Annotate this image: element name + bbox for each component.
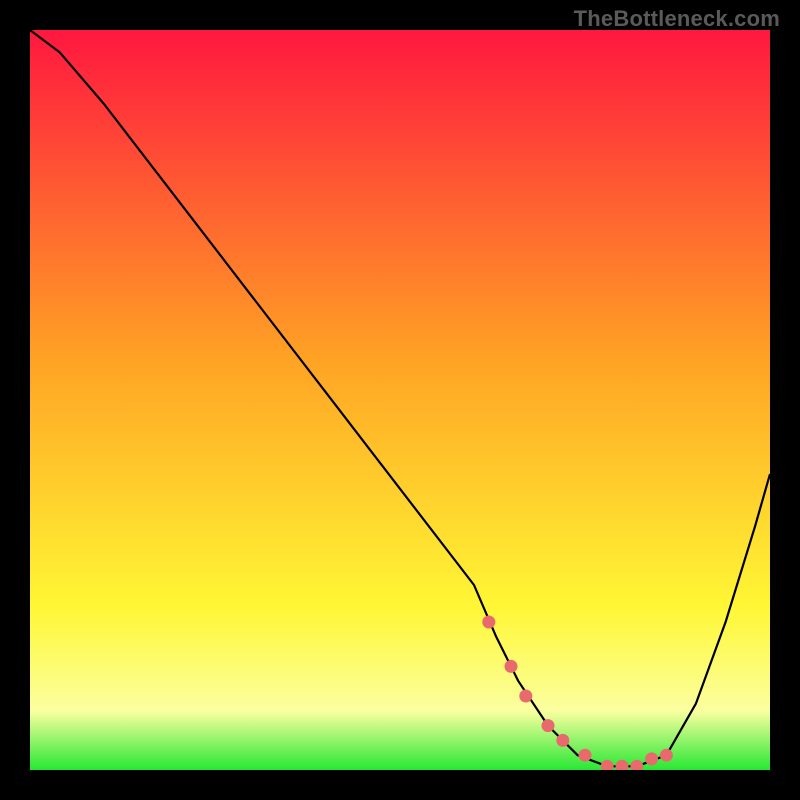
gradient-background: [30, 30, 770, 770]
highlight-marker: [542, 719, 555, 732]
highlight-marker: [660, 749, 673, 762]
highlight-marker: [579, 749, 592, 762]
watermark-text: TheBottleneck.com: [574, 6, 780, 32]
highlight-marker: [556, 734, 569, 747]
highlight-marker: [482, 616, 495, 629]
bottleneck-curve-chart: [30, 30, 770, 770]
highlight-marker: [645, 752, 658, 765]
chart-frame: TheBottleneck.com: [0, 0, 800, 800]
highlight-marker: [519, 690, 532, 703]
highlight-marker: [505, 660, 518, 673]
